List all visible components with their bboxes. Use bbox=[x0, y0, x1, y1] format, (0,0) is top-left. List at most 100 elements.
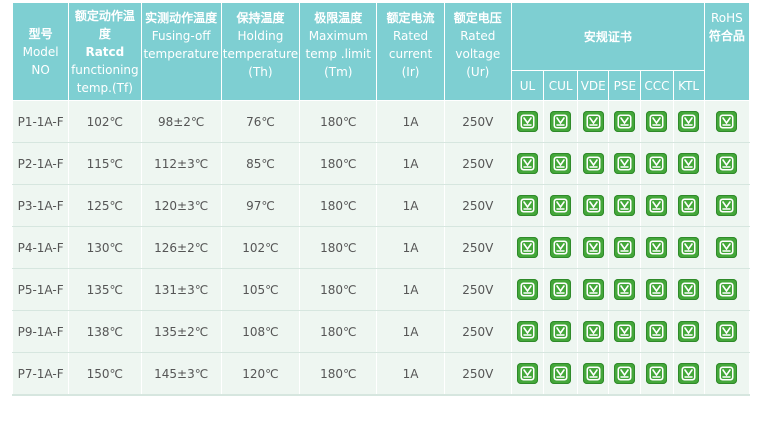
check-badge-icon bbox=[550, 111, 572, 132]
header-holding-en3: (Th) bbox=[248, 65, 273, 79]
cell-cert bbox=[640, 268, 674, 311]
header-tf-en1: functioning bbox=[71, 62, 139, 77]
cell-cert bbox=[510, 100, 545, 143]
cell-model: P3-1A-F bbox=[11, 184, 70, 227]
cell-cert bbox=[640, 142, 674, 185]
cell-cert bbox=[640, 226, 674, 269]
cert-header-pse: PSE bbox=[608, 70, 642, 101]
cell-fusing: 112±3℃ bbox=[140, 142, 222, 185]
check-badge-icon bbox=[614, 279, 636, 300]
check-badge-icon bbox=[678, 237, 700, 258]
check-badge-icon bbox=[646, 111, 668, 132]
header-holding-zh: 保持温度 bbox=[236, 11, 285, 25]
check-badge-icon bbox=[678, 279, 700, 300]
cell-cert bbox=[672, 226, 705, 269]
cell-cert bbox=[510, 184, 545, 227]
check-badge-icon bbox=[550, 363, 572, 384]
check-badge-icon bbox=[582, 321, 604, 342]
cell-cert bbox=[672, 310, 705, 353]
cell-ir: 1A bbox=[376, 268, 445, 311]
check-badge-icon bbox=[582, 363, 604, 384]
cell-cert bbox=[608, 226, 642, 269]
spec-table: 型号 Model NO 额定动作温度 Ratcd functioning tem… bbox=[11, 2, 751, 395]
header-max-en3: (Tm) bbox=[324, 65, 353, 79]
check-badge-icon bbox=[678, 321, 700, 342]
cell-cert bbox=[510, 142, 545, 185]
check-badge-icon bbox=[646, 237, 668, 258]
cell-tm: 180℃ bbox=[299, 310, 378, 353]
check-badge-icon bbox=[646, 195, 668, 216]
cell-cert bbox=[577, 268, 610, 311]
check-badge-icon bbox=[517, 195, 538, 216]
check-badge-icon bbox=[646, 153, 668, 174]
cell-cert bbox=[703, 184, 751, 227]
cell-fusing: 98±2℃ bbox=[140, 100, 222, 143]
cell-cert bbox=[543, 184, 579, 227]
table-row: P7-1A-F 150℃ 145±3℃ 120℃ 180℃ 1A 250V bbox=[11, 352, 751, 395]
table-row: P4-1A-F 130℃ 126±2℃ 102℃ 180℃ 1A 250V bbox=[11, 226, 751, 269]
header-max-en1: Maximum bbox=[308, 29, 368, 43]
check-badge-icon bbox=[716, 363, 738, 384]
header-voltage-en1: Rated bbox=[460, 29, 496, 43]
header-tf-bold: Ratcd bbox=[85, 44, 125, 59]
cell-cert bbox=[640, 310, 674, 353]
table-row: P1-1A-F 102℃ 98±2℃ 76℃ 180℃ 1A 250V bbox=[11, 100, 751, 143]
cell-cert bbox=[543, 268, 579, 311]
check-badge-icon bbox=[550, 321, 572, 342]
check-badge-icon bbox=[517, 279, 538, 300]
check-badge-icon bbox=[716, 153, 738, 174]
cell-ur: 250V bbox=[443, 226, 512, 269]
header-current-en3: (Ir) bbox=[401, 65, 420, 79]
cell-tf: 138℃ bbox=[68, 310, 142, 353]
cell-fusing: 120±3℃ bbox=[140, 184, 222, 227]
cell-fusing: 135±2℃ bbox=[140, 310, 222, 353]
check-badge-icon bbox=[582, 279, 604, 300]
check-badge-icon bbox=[716, 195, 738, 216]
cell-cert bbox=[577, 226, 610, 269]
col-current-header: 额定电流 Rated current (Ir) bbox=[376, 2, 445, 101]
certs-group-header: 安规证书 bbox=[510, 2, 705, 71]
header-current-zh: 额定电流 bbox=[386, 11, 435, 25]
check-badge-icon bbox=[517, 321, 538, 342]
check-badge-icon bbox=[614, 195, 636, 216]
header-holding-en1: Holding bbox=[237, 29, 284, 43]
cell-cert bbox=[543, 100, 579, 143]
check-badge-icon bbox=[678, 111, 700, 132]
header-voltage-en3: (Ur) bbox=[466, 65, 490, 79]
cell-ir: 1A bbox=[376, 100, 445, 143]
check-badge-icon bbox=[678, 195, 700, 216]
cell-cert bbox=[672, 268, 705, 311]
cell-cert bbox=[608, 100, 642, 143]
cell-ir: 1A bbox=[376, 184, 445, 227]
header-tf-zh: 额定动作温度 bbox=[74, 8, 135, 41]
check-badge-icon bbox=[550, 153, 572, 174]
cell-th: 102℃ bbox=[220, 226, 301, 269]
cell-ur: 250V bbox=[443, 100, 512, 143]
cell-cert bbox=[703, 310, 751, 353]
cell-model: P4-1A-F bbox=[11, 226, 70, 269]
cell-cert bbox=[577, 100, 610, 143]
col-tf-header: 额定动作温度 Ratcd functioning temp.(Tf) bbox=[68, 2, 142, 101]
cell-tm: 180℃ bbox=[299, 142, 378, 185]
cell-cert bbox=[577, 142, 610, 185]
table-row: P9-1A-F 138℃ 135±2℃ 108℃ 180℃ 1A 250V bbox=[11, 310, 751, 353]
check-badge-icon bbox=[678, 363, 700, 384]
header-voltage-en2: voltage bbox=[455, 47, 501, 61]
check-badge-icon bbox=[614, 321, 636, 342]
cell-ur: 250V bbox=[443, 184, 512, 227]
cert-header-cul: CUL bbox=[543, 70, 579, 101]
header-max-zh: 极限温度 bbox=[314, 11, 363, 25]
table-bottom-divider bbox=[12, 395, 750, 396]
cell-cert bbox=[672, 142, 705, 185]
cell-tf: 130℃ bbox=[68, 226, 142, 269]
cell-fusing: 126±2℃ bbox=[140, 226, 222, 269]
cell-fusing: 131±3℃ bbox=[140, 268, 222, 311]
cell-cert bbox=[543, 142, 579, 185]
cell-tf: 115℃ bbox=[68, 142, 142, 185]
col-voltage-header: 额定电压 Rated voltage (Ur) bbox=[443, 2, 512, 101]
check-badge-icon bbox=[614, 111, 636, 132]
cell-cert bbox=[577, 310, 610, 353]
check-badge-icon bbox=[517, 237, 538, 258]
col-holding-header: 保持温度 Holding temperature (Th) bbox=[220, 2, 301, 101]
cell-cert bbox=[608, 310, 642, 353]
